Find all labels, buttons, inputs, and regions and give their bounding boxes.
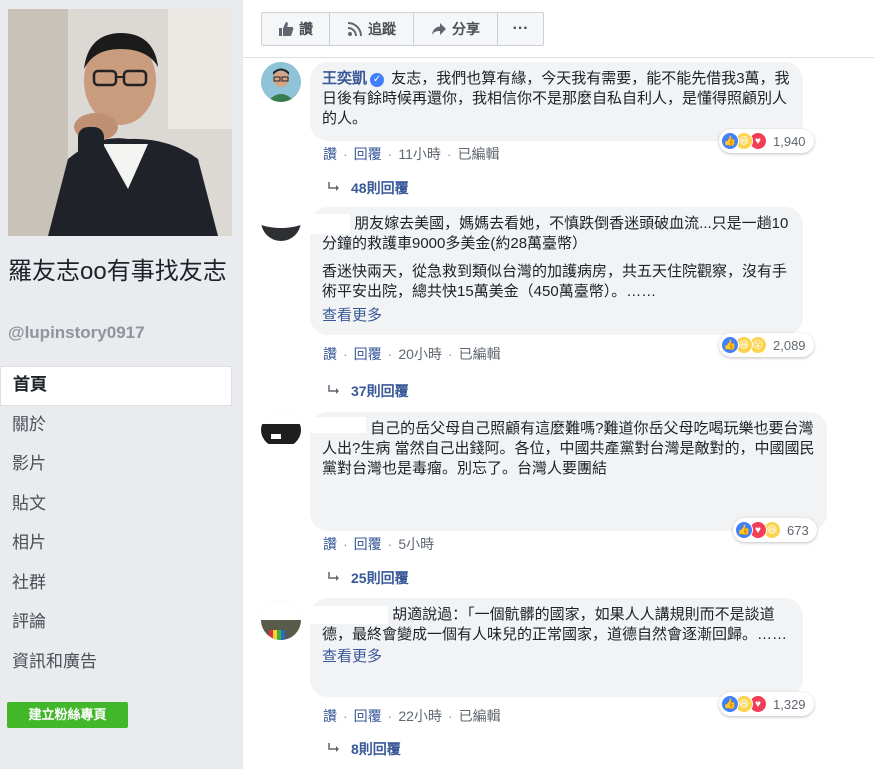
comment-author[interactable]: 王奕凱 [322,70,367,87]
see-more-link[interactable]: 查看更多 [322,307,382,324]
thumbs-up-icon [279,22,294,36]
comment-edited-label[interactable]: 已編輯 [459,708,501,724]
view-replies-link[interactable]: 25則回覆 [327,568,409,588]
comment-meta: 讚 · 回覆 · 5小時 [323,536,435,552]
avatar-image [261,62,301,102]
like-reaction-icon: 👍 [721,132,739,150]
redacted-author [310,417,366,434]
comment-timestamp[interactable]: 20小時 [398,346,442,362]
nav-item-photos[interactable]: 相片 [0,524,232,564]
avatar[interactable] [261,62,301,102]
page-action-bar: 讚 追蹤 分享 ··· [261,12,544,46]
reply-arrow-icon [328,743,339,752]
comment-text: 友志，我們也算有緣，今天我有需要，能不能先借我3萬，我日後有餘時候再還你，我相信… [322,70,790,127]
replies-count: 48則回覆 [351,180,409,196]
nav-item-info-and-ads[interactable]: 資訊和廣告 [0,643,232,683]
comment-bubble: 自己的岳父母自己照顧有這麼難嗎?難道你岳父母吃喝玩樂也要台灣人出?生病 當然自己… [310,412,827,531]
replies-count: 37則回覆 [351,383,409,399]
post-panel: 讚 追蹤 分享 ··· 王奕凱 ✓ 友志，我們也算有緣，今天我有需要，能不能先借… [243,0,874,769]
avatar-image [261,412,301,448]
create-page-button[interactable]: 建立粉絲專頁 [7,702,128,728]
nav-item-videos[interactable]: 影片 [0,445,232,485]
page-handle[interactable]: @lupinstory0917 [8,323,145,343]
comment-text: 胡適說過：「一個骯髒的國家，如果人人講規則而不是談道德，最終會變成一個有人味兒的… [322,606,788,643]
nav-item-reviews[interactable]: 評論 [0,603,232,643]
comment-like-link[interactable]: 讚 [323,536,337,552]
comment-reply-link[interactable]: 回覆 [354,346,382,362]
share-arrow-icon [432,23,446,35]
comment-reply-link[interactable]: 回覆 [354,146,382,162]
comment-text: 自己的岳父母自己照顧有這麼難嗎?難道你岳父母吃喝玩樂也要台灣人出?生病 當然自己… [322,420,815,477]
view-replies-link[interactable]: 8則回覆 [327,739,401,759]
comment-reply-link[interactable]: 回覆 [354,536,382,552]
comment-like-link[interactable]: 讚 [323,146,337,162]
comment-text: 香迷快兩天，從急救到類似台灣的加護病房，共五天住院觀察，沒有手術平安出院，總共快… [322,263,788,301]
nav-item-posts[interactable]: 貼文 [0,485,232,525]
comment-meta: 讚 · 回覆 · 20小時 · 已編輯 [323,346,501,362]
comment-bubble: 朋友嫁去美國，媽媽去看她，不慎跌倒香迷頭破血流...只是一趟10分鐘的救護車90… [310,207,803,335]
comment-meta: 讚 · 回覆 · 11小時 · 已編輯 [323,146,500,162]
reaction-summary[interactable]: 👍 😆 ♥ 1,329 [719,692,814,716]
like-reaction-icon: 👍 [735,521,753,539]
profile-photo[interactable] [8,9,232,236]
comment-like-link[interactable]: 讚 [323,346,337,362]
reaction-summary[interactable]: 👍 ♥ 😆 673 [733,518,817,542]
replies-count: 8則回覆 [351,741,401,757]
nav-item-about[interactable]: 關於 [0,406,232,446]
more-options-button[interactable]: ··· [498,13,543,45]
comment-bubble: 胡適說過：「一個骯髒的國家，如果人人講規則而不是談道德，最終會變成一個有人味兒的… [310,598,803,697]
view-replies-link[interactable]: 48則回覆 [327,178,409,198]
follow-button[interactable]: 追蹤 [330,13,414,45]
avatar[interactable] [261,600,301,640]
comment-edited-label[interactable]: 已編輯 [459,346,501,362]
comment-timestamp[interactable]: 22小時 [398,708,442,724]
redacted-author [310,606,388,625]
reply-arrow-icon [328,572,339,581]
comment-like-link[interactable]: 讚 [323,708,337,724]
comment-timestamp[interactable]: 11小時 [398,146,441,162]
reaction-summary[interactable]: 👍 😆 😮 2,089 [719,333,814,357]
avatar[interactable] [261,205,301,241]
profile-photo-image [8,9,232,236]
reaction-summary[interactable]: 👍 😆 ♥ 1,940 [719,129,814,153]
reaction-count: 1,329 [773,696,806,712]
nav-item-home[interactable]: 首頁 [0,366,232,406]
avatar-image [261,205,301,241]
comment-reply-link[interactable]: 回覆 [354,708,382,724]
comment-edited-label[interactable]: 已編輯 [458,146,500,162]
reaction-count: 2,089 [773,337,806,353]
like-page-button[interactable]: 讚 [262,13,330,45]
follow-label: 追蹤 [368,21,396,37]
reply-arrow-icon [328,385,339,394]
share-button[interactable]: 分享 [414,13,498,45]
verified-badge-icon: ✓ [370,73,385,87]
like-reaction-icon: 👍 [721,695,739,713]
view-replies-link[interactable]: 37則回覆 [327,381,409,401]
page-sidebar: 羅友志oo有事找友志 @lupinstory0917 首頁 關於 影片 貼文 相… [0,0,243,769]
comment-timestamp[interactable]: 5小時 [398,536,434,552]
avatar-image [261,600,301,640]
avatar[interactable] [261,412,301,448]
like-reaction-icon: 👍 [721,336,739,354]
page-nav: 首頁 關於 影片 貼文 相片 社群 評論 資訊和廣告 [0,366,232,682]
reaction-count: 673 [787,522,809,538]
comment-text: 朋友嫁去美國，媽媽去看她，不慎跌倒香迷頭破血流...只是一趟10分鐘的救護車90… [322,215,789,253]
replies-count: 25則回覆 [351,570,409,586]
divider [243,57,874,58]
see-more-link[interactable]: 查看更多 [322,648,382,665]
like-page-label: 讚 [299,21,313,37]
nav-item-community[interactable]: 社群 [0,564,232,604]
comment-meta: 讚 · 回覆 · 22小時 · 已編輯 [323,708,501,724]
page-name[interactable]: 羅友志oo有事找友志 [8,256,240,287]
reply-arrow-icon [328,182,339,191]
rss-icon [347,22,362,37]
reaction-count: 1,940 [773,133,806,149]
share-label: 分享 [452,21,480,37]
redacted-author [310,214,350,235]
